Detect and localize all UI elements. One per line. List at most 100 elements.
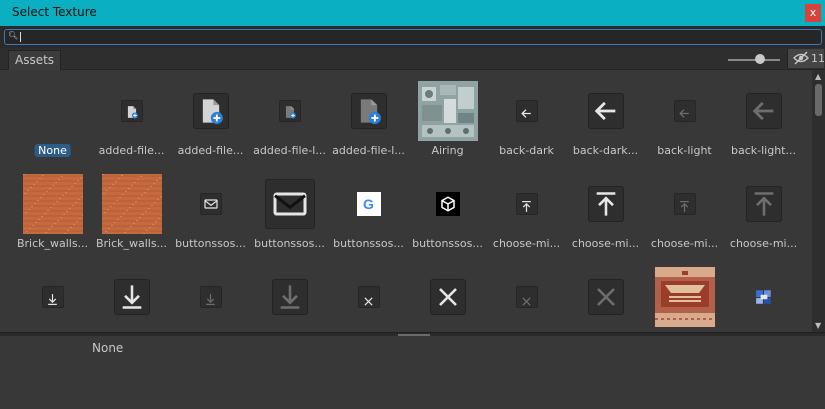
- vertical-scrollbar[interactable]: ▲ ▼: [812, 70, 825, 332]
- asset-label: back-dark...: [572, 144, 639, 157]
- window-title: Select Texture: [12, 5, 97, 19]
- asset-label: Brick_walls...: [16, 237, 89, 250]
- asset-label: choose-mi...: [492, 237, 561, 250]
- thumbnail-size-slider[interactable]: [728, 59, 780, 61]
- asset-item[interactable]: back-dark...: [566, 70, 645, 160]
- asset-item[interactable]: [13, 256, 92, 332]
- mail-sm-icon: [180, 173, 242, 235]
- asset-label: choose-mi...: [729, 237, 798, 250]
- texture-thumbnail: [654, 266, 716, 328]
- asset-item[interactable]: [408, 256, 487, 332]
- texture-thumbnail: [101, 173, 163, 235]
- upload-sm-icon: [496, 173, 558, 235]
- asset-item[interactable]: choose-mi...: [487, 163, 566, 253]
- search-bar: 🔍︎: [0, 26, 825, 48]
- title-bar[interactable]: Select Texture x: [0, 0, 825, 26]
- tab-bar: Assets 11: [0, 48, 825, 70]
- asset-item[interactable]: added-file-l...: [250, 70, 329, 160]
- asset-item[interactable]: [92, 256, 171, 332]
- download-lg-icon: [101, 266, 163, 328]
- asset-item[interactable]: Brick_walls...: [92, 163, 171, 253]
- x-sm-dim-icon: [496, 266, 558, 328]
- arrow-left-lg-dim-icon: [733, 80, 795, 142]
- asset-item[interactable]: choose-mi...: [566, 163, 645, 253]
- doc-plus-sm-icon: [101, 80, 163, 142]
- asset-item[interactable]: None: [13, 70, 92, 160]
- download-lg-dim-icon: [259, 266, 321, 328]
- asset-item[interactable]: added-file-l...: [329, 70, 408, 160]
- asset-label: added-file-l...: [253, 144, 326, 157]
- hidden-assets-toggle[interactable]: 11: [787, 49, 825, 68]
- google-icon: G: [338, 173, 400, 235]
- asset-label: buttonssos...: [254, 237, 325, 250]
- asset-label: choose-mi...: [650, 237, 719, 250]
- texture-thumbnail: [22, 173, 84, 235]
- doc-plus-lg-dim-icon: [338, 80, 400, 142]
- asset-item[interactable]: [724, 256, 803, 332]
- asset-label: Brick_walls...: [95, 237, 168, 250]
- x-sm-icon: [338, 266, 400, 328]
- scroll-thumb[interactable]: [815, 84, 822, 116]
- asset-item[interactable]: [171, 256, 250, 332]
- x-lg-icon: [417, 266, 479, 328]
- asset-item[interactable]: added-file...: [171, 70, 250, 160]
- asset-item[interactable]: choose-mi...: [645, 163, 724, 253]
- asset-label: back-light...: [731, 144, 796, 157]
- asset-label: added-file...: [177, 144, 244, 157]
- asset-item[interactable]: back-light: [645, 70, 724, 160]
- scroll-up-arrow-icon[interactable]: ▲: [815, 72, 821, 81]
- asset-item[interactable]: choose-mi...: [724, 163, 803, 253]
- download-sm-dim-icon: [180, 266, 242, 328]
- asset-label: buttonssos...: [412, 237, 483, 250]
- download-sm-icon: [22, 266, 84, 328]
- upload-lg-dim-icon: [733, 173, 795, 235]
- pixel-icon-icon: [733, 266, 795, 328]
- asset-label: back-light: [657, 144, 712, 157]
- asset-item[interactable]: [250, 256, 329, 332]
- asset-label: buttonssos...: [175, 237, 246, 250]
- asset-item[interactable]: [329, 256, 408, 332]
- asset-item[interactable]: Gbuttonssos...: [329, 163, 408, 253]
- asset-label: added-file-l...: [332, 144, 405, 157]
- close-button[interactable]: x: [805, 4, 821, 22]
- slider-knob[interactable]: [755, 54, 765, 64]
- doc-plus-sm-dim-icon: [259, 80, 321, 142]
- arrow-left-sm-icon: [496, 80, 558, 142]
- asset-item[interactable]: [487, 256, 566, 332]
- asset-item[interactable]: buttonssos...: [171, 163, 250, 253]
- asset-label: Airing: [431, 144, 464, 157]
- asset-item[interactable]: Brick_walls...: [13, 163, 92, 253]
- doc-plus-lg-icon: [180, 80, 242, 142]
- scroll-down-arrow-icon[interactable]: ▼: [815, 321, 821, 330]
- asset-label: choose-mi...: [571, 237, 640, 250]
- preview-pane: None: [0, 336, 825, 409]
- arrow-left-sm-dim-icon: [654, 80, 716, 142]
- text-caret: [20, 32, 21, 42]
- asset-item[interactable]: buttonssos...: [250, 163, 329, 253]
- hidden-count: 11: [811, 52, 825, 65]
- upload-lg-icon: [575, 173, 637, 235]
- asset-item[interactable]: buttonssos...: [408, 163, 487, 253]
- asset-item[interactable]: back-light...: [724, 70, 803, 160]
- asset-label: buttonssos...: [333, 237, 404, 250]
- asset-label: None: [34, 144, 71, 157]
- asset-item[interactable]: Airing: [408, 70, 487, 160]
- arrow-left-lg-icon: [575, 80, 637, 142]
- mail-lg-icon: [259, 173, 321, 235]
- unity-icon: [417, 173, 479, 235]
- search-icon: 🔍︎: [8, 31, 19, 40]
- asset-item[interactable]: back-dark: [487, 70, 566, 160]
- x-lg-dim-icon: [575, 266, 637, 328]
- asset-label: back-dark: [499, 144, 554, 157]
- eye-slash-icon: [793, 51, 809, 65]
- asset-item[interactable]: [645, 256, 724, 332]
- none-icon: [22, 80, 84, 142]
- asset-grid: None added-file... added-file... added-file…: [0, 70, 812, 332]
- search-input[interactable]: 🔍︎: [4, 29, 822, 45]
- texture-thumbnail: [417, 80, 479, 142]
- select-texture-window: Select Texture x 🔍︎ Assets 11 None added-…: [0, 0, 825, 409]
- preview-label: None: [92, 341, 124, 355]
- asset-item[interactable]: [566, 256, 645, 332]
- tab-assets[interactable]: Assets: [8, 50, 62, 70]
- asset-item[interactable]: added-file...: [92, 70, 171, 160]
